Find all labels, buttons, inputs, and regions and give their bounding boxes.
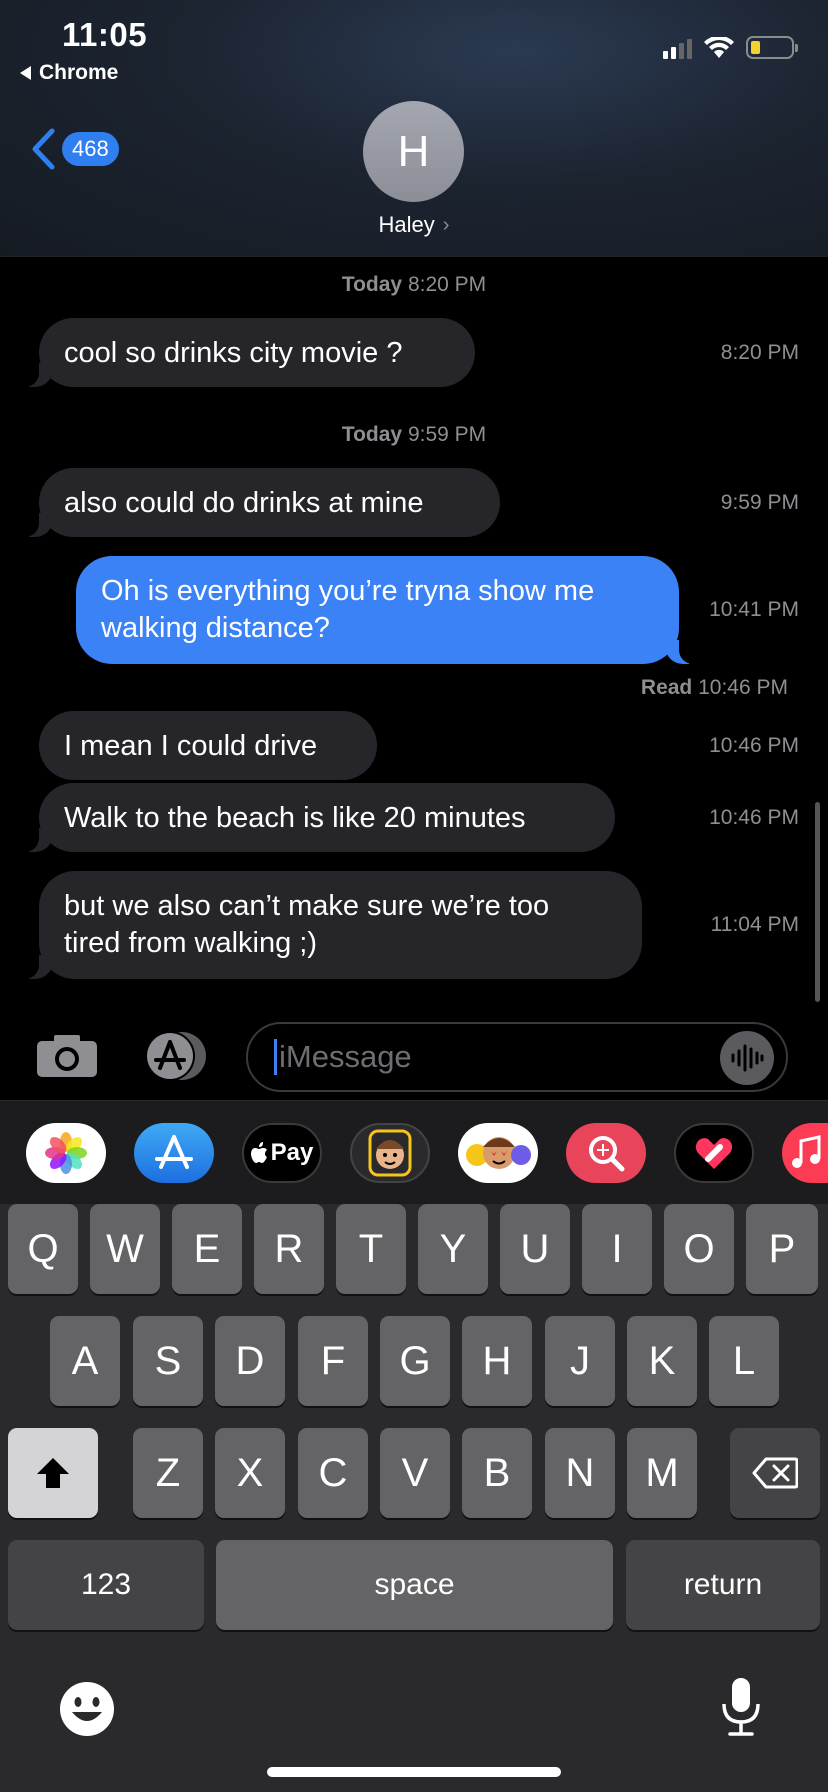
key-l[interactable]: L	[709, 1316, 779, 1406]
key-b[interactable]: B	[462, 1428, 532, 1518]
key-e[interactable]: E	[172, 1204, 242, 1294]
home-indicator[interactable]	[267, 1767, 561, 1777]
message-time: 10:46 PM	[709, 734, 799, 757]
waveform-icon	[731, 1044, 764, 1072]
message-time: 10:41 PM	[709, 598, 799, 621]
unread-count-badge: 468	[62, 132, 119, 166]
incoming-message[interactable]: also could do drinks at mine	[21, 468, 500, 537]
message-text-line: walking distance?	[101, 612, 330, 644]
chevron-left-icon	[32, 128, 55, 170]
message-time: 11:04 PM	[710, 913, 799, 936]
key-y[interactable]: Y	[418, 1204, 488, 1294]
contact-avatar[interactable]: H	[363, 101, 464, 202]
incoming-message[interactable]: cool so drinks city movie ?	[21, 318, 475, 387]
message-text-line: Oh is everything you’re tryna show me	[101, 575, 595, 607]
contact-name: Haley	[378, 212, 435, 237]
key-x[interactable]: X	[215, 1428, 285, 1518]
message-text-line: tired from walking ;)	[64, 927, 318, 959]
conversation-header: 11:05 Chrome 468 H Haley ›	[0, 0, 828, 257]
key-m[interactable]: M	[627, 1428, 697, 1518]
emoji-key-icon[interactable]	[58, 1680, 116, 1738]
message-input-placeholder: iMessage	[279, 1039, 412, 1074]
message-text: also could do drinks at mine	[64, 487, 424, 519]
apple-pay-label: Pay	[270, 1139, 314, 1166]
key-h[interactable]: H	[462, 1316, 532, 1406]
back-triangle-icon	[20, 66, 31, 80]
key-d[interactable]: D	[215, 1316, 285, 1406]
shift-key[interactable]	[8, 1428, 98, 1518]
shift-arrow-icon	[37, 1458, 69, 1488]
key-p[interactable]: P	[746, 1204, 818, 1294]
message-time: 8:20 PM	[720, 341, 799, 364]
numbers-key[interactable]: 123	[8, 1540, 204, 1630]
backspace-icon	[752, 1457, 798, 1489]
message-time: 9:59 PM	[720, 491, 799, 514]
apple-pay-icon[interactable]: Pay	[242, 1123, 322, 1183]
battery-icon	[746, 36, 798, 59]
cellular-signal-icon	[663, 37, 692, 59]
dictation-mic-icon[interactable]	[720, 1676, 762, 1738]
return-key[interactable]: return	[626, 1540, 820, 1630]
status-time: 11:05	[62, 16, 148, 53]
search-images-icon[interactable]	[566, 1123, 646, 1183]
app-store-toggle-icon[interactable]	[140, 1030, 212, 1082]
contact-name-button[interactable]: Haley ›	[0, 212, 828, 238]
key-f[interactable]: F	[298, 1316, 368, 1406]
chevron-right-icon: ›	[442, 213, 450, 236]
message-text: cool so drinks city movie ?	[64, 337, 403, 369]
message-time: 10:46 PM	[709, 806, 799, 829]
key-r[interactable]: R	[254, 1204, 324, 1294]
app-store-icon[interactable]	[134, 1123, 214, 1183]
key-t[interactable]: T	[336, 1204, 406, 1294]
back-app-label: Chrome	[39, 61, 119, 84]
key-i[interactable]: I	[582, 1204, 652, 1294]
wifi-icon	[704, 36, 734, 58]
status-icons	[663, 36, 798, 59]
message-text-line: but we also can’t make sure we’re too	[64, 890, 550, 922]
key-k[interactable]: K	[627, 1316, 697, 1406]
key-n[interactable]: N	[545, 1428, 615, 1518]
key-c[interactable]: C	[298, 1428, 368, 1518]
incoming-message[interactable]: Walk to the beach is like 20 minutes	[21, 783, 615, 852]
message-text: Walk to the beach is like 20 minutes	[64, 802, 526, 834]
outgoing-message[interactable]: Oh is everything you’re tryna show me wa…	[76, 556, 697, 664]
key-u[interactable]: U	[500, 1204, 570, 1294]
incoming-message[interactable]: I mean I could drive	[39, 711, 377, 780]
music-icon[interactable]	[782, 1123, 828, 1183]
key-s[interactable]: S	[133, 1316, 203, 1406]
audio-message-button[interactable]	[720, 1031, 774, 1085]
key-v[interactable]: V	[380, 1428, 450, 1518]
timestamp-divider: Today 9:59 PM	[341, 423, 487, 446]
keyboard: Q W E R T Y U I O P A S D F G H J K L Z …	[0, 1204, 828, 1792]
memoji-icon[interactable]	[350, 1123, 430, 1183]
apple-logo-icon	[250, 1142, 267, 1163]
key-q[interactable]: Q	[8, 1204, 78, 1294]
digital-touch-icon[interactable]	[674, 1123, 754, 1183]
timestamp-divider: Today 8:20 PM	[341, 273, 487, 296]
scroll-indicator[interactable]	[815, 802, 820, 1002]
text-caret	[274, 1039, 277, 1075]
animoji-stickers-icon[interactable]	[458, 1123, 538, 1183]
key-a[interactable]: A	[50, 1316, 120, 1406]
key-j[interactable]: J	[545, 1316, 615, 1406]
delete-key[interactable]	[730, 1428, 820, 1518]
camera-icon[interactable]	[36, 1034, 98, 1078]
message-text: I mean I could drive	[64, 730, 318, 762]
key-o[interactable]: O	[664, 1204, 734, 1294]
composer-row: iMessage	[0, 1010, 828, 1100]
key-w[interactable]: W	[90, 1204, 160, 1294]
back-to-app-link[interactable]: Chrome	[20, 61, 118, 85]
incoming-message[interactable]: but we also can’t make sure we’re too ti…	[21, 871, 642, 979]
photos-icon[interactable]	[26, 1123, 106, 1183]
read-receipt: Read 10:46 PM	[640, 676, 788, 699]
space-key[interactable]: space	[216, 1540, 613, 1630]
app-drawer: Pay	[0, 1100, 828, 1204]
key-g[interactable]: G	[380, 1316, 450, 1406]
message-input[interactable]: iMessage	[246, 1022, 788, 1092]
back-button[interactable]: 468	[30, 128, 119, 170]
key-z[interactable]: Z	[133, 1428, 203, 1518]
